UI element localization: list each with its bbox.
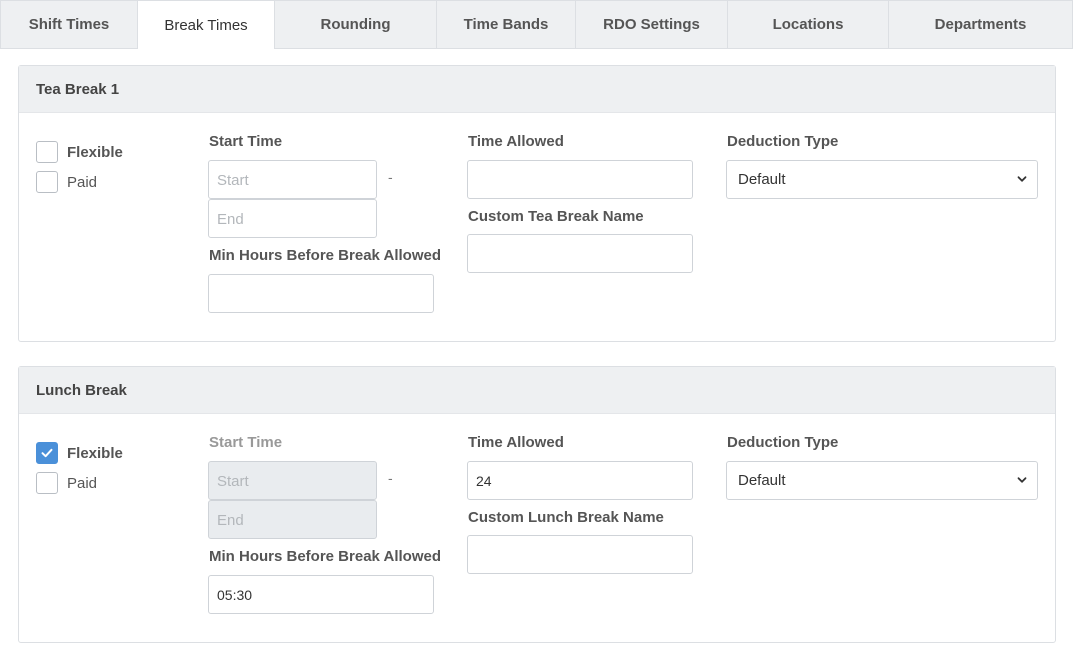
lunch-flexible-checkbox[interactable] [36, 442, 58, 464]
tea-deduction-type-select[interactable]: Default [726, 160, 1038, 199]
tab-break-times[interactable]: Break Times [137, 0, 275, 49]
lunch-start-time-label: Start Time [209, 434, 283, 451]
chevron-down-icon [1017, 477, 1027, 483]
lunch-time-separator: - [388, 470, 393, 486]
tea-time-separator: - [388, 169, 393, 185]
lunch-break-body: Flexible Paid Start Time - Min Hours Bef… [19, 414, 1055, 642]
lunch-min-hours-label: Min Hours Before Break Allowed [209, 548, 441, 565]
lunch-paid-label: Paid [67, 475, 98, 492]
tea-break-title: Tea Break 1 [19, 66, 1055, 113]
break-times-content: Tea Break 1 Flexible Paid Start Time - M… [0, 49, 1073, 648]
tab-bar: Shift Times Break Times Rounding Time Ba… [0, 0, 1073, 49]
lunch-custom-name-input[interactable] [467, 535, 693, 574]
tea-min-hours-label: Min Hours Before Break Allowed [209, 247, 441, 264]
lunch-time-allowed-input[interactable] [467, 461, 693, 500]
tab-departments[interactable]: Departments [888, 0, 1073, 48]
tea-time-allowed-input[interactable] [467, 160, 693, 199]
lunch-deduction-type-value: Default [738, 472, 786, 489]
lunch-break-panel: Lunch Break Flexible Paid Start Time - M… [18, 366, 1056, 643]
lunch-flexible-label: Flexible [67, 445, 123, 462]
lunch-deduction-type-select[interactable]: Default [726, 461, 1038, 500]
tab-shift-times[interactable]: Shift Times [0, 0, 138, 48]
tea-break-panel: Tea Break 1 Flexible Paid Start Time - M… [18, 65, 1056, 342]
tea-time-allowed-label: Time Allowed [468, 133, 564, 150]
tea-deduction-type-label: Deduction Type [727, 133, 839, 150]
tea-start-time-label: Start Time [209, 133, 283, 150]
lunch-deduction-type-label: Deduction Type [727, 434, 839, 451]
tea-paid-label: Paid [67, 174, 98, 191]
tea-start-input[interactable] [208, 160, 377, 199]
tab-rounding[interactable]: Rounding [274, 0, 437, 48]
tea-paid-checkbox[interactable] [36, 171, 58, 193]
tea-deduction-type-value: Default [738, 171, 786, 188]
tea-break-body: Flexible Paid Start Time - Min Hours Bef… [19, 113, 1055, 341]
tab-time-bands[interactable]: Time Bands [436, 0, 576, 48]
tab-rdo-settings[interactable]: RDO Settings [575, 0, 728, 48]
tea-end-input[interactable] [208, 199, 377, 238]
lunch-paid-checkbox[interactable] [36, 472, 58, 494]
lunch-min-hours-input[interactable] [208, 575, 434, 614]
tea-flexible-checkbox[interactable] [36, 141, 58, 163]
chevron-down-icon [1017, 176, 1027, 182]
lunch-break-title: Lunch Break [19, 367, 1055, 414]
lunch-custom-name-label: Custom Lunch Break Name [468, 509, 664, 526]
lunch-end-input[interactable] [208, 500, 377, 539]
checkmark-icon [41, 448, 53, 458]
lunch-time-allowed-label: Time Allowed [468, 434, 564, 451]
tea-min-hours-input[interactable] [208, 274, 434, 313]
tab-locations[interactable]: Locations [727, 0, 889, 48]
tea-custom-name-input[interactable] [467, 234, 693, 273]
tea-flexible-label: Flexible [67, 144, 123, 161]
lunch-start-input[interactable] [208, 461, 377, 500]
tea-custom-name-label: Custom Tea Break Name [468, 208, 644, 225]
